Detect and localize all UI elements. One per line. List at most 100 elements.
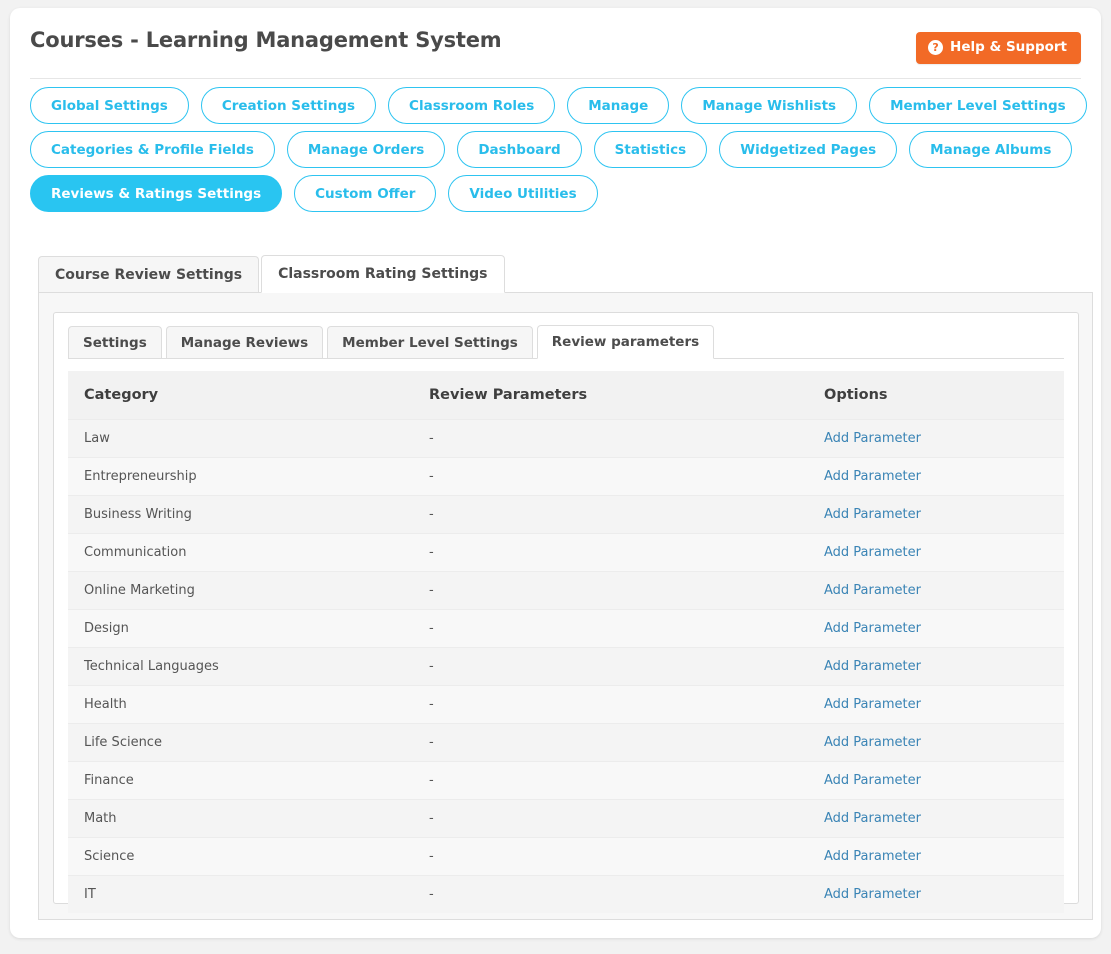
cell-options: Add Parameter (808, 571, 1064, 610)
nav-pill-row-3: Reviews & Ratings Settings Custom Offer … (30, 175, 1085, 212)
cell-category: Communication (68, 533, 413, 572)
cell-options: Add Parameter (808, 609, 1064, 648)
tab-manage-reviews[interactable]: Manage Reviews (165, 326, 324, 358)
page-root: Courses - Learning Management System ? H… (0, 0, 1111, 954)
add-parameter-link[interactable]: Add Parameter (824, 887, 921, 902)
cell-category: Health (68, 685, 413, 724)
cell-review-parameters: - (413, 761, 808, 800)
add-parameter-link[interactable]: Add Parameter (824, 545, 921, 560)
nav-pill-classroom-roles[interactable]: Classroom Roles (388, 87, 556, 124)
cell-review-parameters: - (413, 571, 808, 610)
column-header-category: Category (68, 371, 413, 420)
cell-options: Add Parameter (808, 457, 1064, 496)
nav-pill-dashboard[interactable]: Dashboard (457, 131, 582, 168)
nav-pill-manage-wishlists[interactable]: Manage Wishlists (681, 87, 858, 124)
table-row: Design - Add Parameter (68, 609, 1064, 648)
add-parameter-link[interactable]: Add Parameter (824, 659, 921, 674)
cell-category: Online Marketing (68, 571, 413, 610)
cell-options: Add Parameter (808, 647, 1064, 686)
nav-pill-custom-offer[interactable]: Custom Offer (294, 175, 437, 212)
nav-pill-reviews-and-ratings-settings[interactable]: Reviews & Ratings Settings (30, 175, 283, 212)
table-body: Law - Add Parameter Entrepreneurship - Add Pa… (68, 419, 1064, 913)
nav-pill-member-level-settings[interactable]: Member Level Settings (869, 87, 1087, 124)
add-parameter-link[interactable]: Add Parameter (824, 469, 921, 484)
table-row: Communication - Add Parameter (68, 533, 1064, 572)
cell-review-parameters: - (413, 685, 808, 724)
inner-content-box: Settings Manage Reviews Member Level Set… (53, 312, 1079, 913)
nav-pill-row-1: Global Settings Creation Settings Classr… (30, 87, 1087, 124)
cell-category: Math (68, 799, 413, 838)
table-head: Category Review Parameters Options (68, 371, 1064, 420)
table-row: Online Marketing - Add Parameter (68, 571, 1064, 610)
cell-category: Business Writing (68, 495, 413, 534)
cell-options: Add Parameter (808, 685, 1064, 724)
nav-pill-categories-and-profile-fields[interactable]: Categories & Profile Fields (30, 131, 275, 168)
table-row: Finance - Add Parameter (68, 761, 1064, 800)
nav-pill-row-2: Categories & Profile Fields Manage Order… (30, 131, 1085, 168)
add-parameter-link[interactable]: Add Parameter (824, 621, 921, 636)
cell-category: Science (68, 837, 413, 876)
tab-member-level-settings[interactable]: Member Level Settings (327, 326, 533, 358)
nav-pill-area: Global Settings Creation Settings Classr… (30, 87, 1087, 219)
add-parameter-link[interactable]: Add Parameter (824, 735, 921, 750)
table-row: Technical Languages - Add Parameter (68, 647, 1064, 686)
page-title: Courses - Learning Management System (30, 28, 502, 52)
add-parameter-link[interactable]: Add Parameter (824, 431, 921, 446)
cell-review-parameters: - (413, 533, 808, 572)
add-parameter-link[interactable]: Add Parameter (824, 811, 921, 826)
nav-pill-creation-settings[interactable]: Creation Settings (200, 87, 377, 124)
add-parameter-link[interactable]: Add Parameter (824, 849, 921, 864)
review-parameters-table-wrapper: Category Review Parameters Options Law - A… (68, 371, 1064, 913)
cell-options: Add Parameter (808, 837, 1064, 876)
nav-pill-video-utilities[interactable]: Video Utilities (448, 175, 598, 212)
cell-options: Add Parameter (808, 761, 1064, 800)
table-row: Science - Add Parameter (68, 837, 1064, 876)
cell-category: Technical Languages (68, 647, 413, 686)
add-parameter-link[interactable]: Add Parameter (824, 583, 921, 598)
cell-category: Design (68, 609, 413, 648)
question-circle-icon: ? (928, 40, 944, 55)
add-parameter-link[interactable]: Add Parameter (824, 773, 921, 788)
table-row: Health - Add Parameter (68, 685, 1064, 724)
tab-review-parameters[interactable]: Review parameters (536, 325, 715, 359)
header-divider (30, 78, 1081, 79)
cell-category: Finance (68, 761, 413, 800)
cell-options: Add Parameter (808, 875, 1064, 913)
add-parameter-link[interactable]: Add Parameter (824, 507, 921, 522)
table-row: Law - Add Parameter (68, 419, 1064, 458)
nav-pill-manage-orders[interactable]: Manage Orders (286, 131, 446, 168)
table-header-row: Category Review Parameters Options (68, 371, 1064, 420)
outer-tab-bar: Course Review Settings Classroom Rating … (38, 255, 1093, 293)
cell-options: Add Parameter (808, 495, 1064, 534)
column-header-review-parameters: Review Parameters (413, 371, 808, 420)
nav-pill-manage-albums[interactable]: Manage Albums (909, 131, 1073, 168)
nav-pill-global-settings[interactable]: Global Settings (30, 87, 189, 124)
cell-category: Law (68, 419, 413, 458)
table-row: IT - Add Parameter (68, 875, 1064, 913)
settings-panel: Settings Manage Reviews Member Level Set… (38, 293, 1093, 920)
cell-review-parameters: - (413, 799, 808, 838)
nav-pill-statistics[interactable]: Statistics (593, 131, 708, 168)
cell-category: Entrepreneurship (68, 457, 413, 496)
tab-settings[interactable]: Settings (68, 326, 162, 358)
table-row: Life Science - Add Parameter (68, 723, 1064, 762)
tab-classroom-rating-settings[interactable]: Classroom Rating Settings (261, 255, 505, 293)
add-parameter-link[interactable]: Add Parameter (824, 697, 921, 712)
nav-pill-widgetized-pages[interactable]: Widgetized Pages (719, 131, 898, 168)
table-row: Business Writing - Add Parameter (68, 495, 1064, 534)
cell-review-parameters: - (413, 837, 808, 876)
review-parameters-table: Category Review Parameters Options Law - A… (68, 371, 1064, 913)
tab-course-review-settings[interactable]: Course Review Settings (38, 256, 260, 292)
inner-tab-bar: Settings Manage Reviews Member Level Set… (68, 325, 1064, 359)
column-header-options: Options (808, 371, 1064, 420)
cell-review-parameters: - (413, 647, 808, 686)
help-and-support-button[interactable]: ? Help & Support (916, 32, 1081, 64)
nav-pill-manage[interactable]: Manage (567, 87, 670, 124)
cell-review-parameters: - (413, 495, 808, 534)
cell-review-parameters: - (413, 419, 808, 458)
help-and-support-label: Help & Support (950, 38, 1067, 55)
cell-options: Add Parameter (808, 419, 1064, 458)
cell-options: Add Parameter (808, 533, 1064, 572)
table-row: Math - Add Parameter (68, 799, 1064, 838)
cell-review-parameters: - (413, 875, 808, 913)
